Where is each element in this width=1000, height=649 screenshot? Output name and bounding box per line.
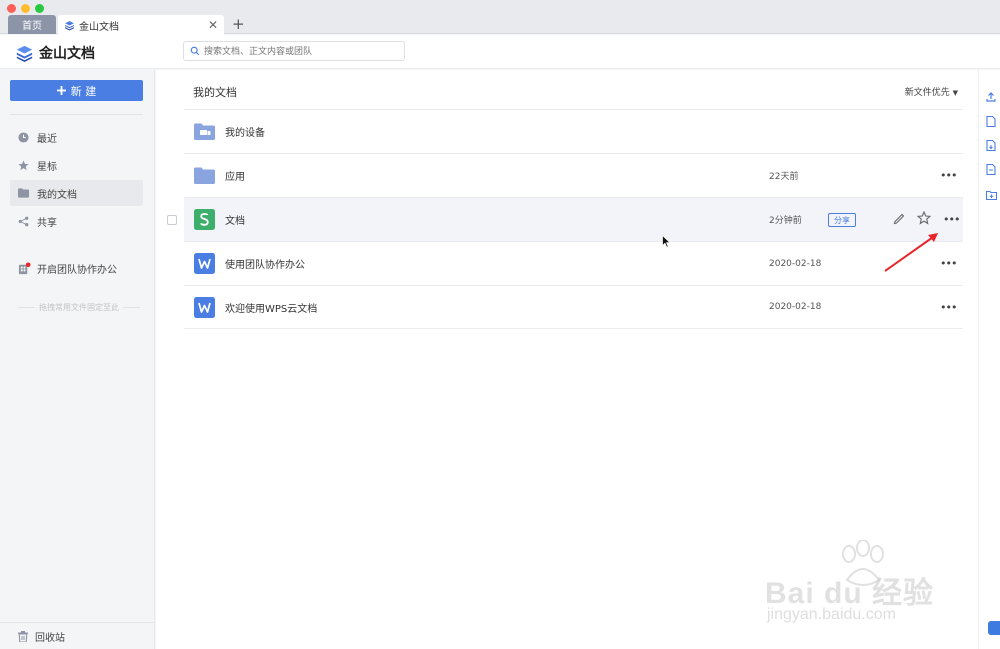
share-icon [18,216,29,226]
spreadsheet-icon [194,209,215,230]
app-name: 金山文档 [39,46,95,62]
floating-helper-badge[interactable] [988,621,1000,635]
zoom-window-button[interactable] [35,4,44,13]
recycle-bin[interactable]: 回收站 [0,622,155,649]
more-options-icon[interactable]: ••• [943,213,960,226]
sidebar-item-label: 最近 [37,133,57,145]
new-button[interactable]: 新 建 [10,80,143,101]
upload-icon[interactable] [986,92,996,102]
logo-icon [65,20,74,30]
new-button-label: 新 建 [70,84,97,98]
file-name: 使用团队协作办公 [225,260,305,271]
list-item[interactable]: 应用 22天前 ••• [184,153,963,197]
file-modified: 2分钟前 [769,216,802,226]
import-file-icon[interactable] [986,140,996,151]
app-header: 金山文档 [0,35,1000,69]
device-folder-icon [194,123,215,140]
tab-home[interactable]: 首页 [8,15,56,34]
watermark: Bai du 经验 jingyan.baidu.com [755,540,965,630]
team-icon [18,261,31,274]
minimize-window-button[interactable] [21,4,30,13]
file-modified: 22天前 [769,172,799,182]
list-item[interactable]: 文档 2分钟前 分享 ••• [167,197,963,241]
sidebar-divider [10,114,143,115]
add-tab-button[interactable]: + [232,15,245,33]
sidebar-item-label: 星标 [37,161,57,173]
sidebar-item-my-docs[interactable]: 我的文档 [10,180,143,206]
app-logo[interactable]: 金山文档 [16,43,95,63]
file-modified: 2020-02-18 [769,258,822,269]
edit-icon[interactable] [893,212,906,225]
watermark-url: jingyan.baidu.com [767,606,896,623]
trash-icon [18,630,28,642]
document-icon [194,297,215,318]
logo-icon [16,45,33,62]
recycle-label: 回收站 [35,632,65,644]
close-window-button[interactable] [7,4,16,13]
file-list: 我的设备 应用 22天前 ••• 文档 2分钟前 分享 ••• 使用团队协作办公… [167,109,963,329]
pin-hint-text: 拖拽常用文件固定至此 [39,303,119,312]
sort-label: 新文件优先 [904,88,950,98]
tab-label: 金山文档 [79,21,119,33]
sort-dropdown[interactable]: 新文件优先 ▼ [905,85,958,98]
more-options-icon[interactable]: ••• [940,301,957,314]
annotation-arrow [884,233,938,272]
search-icon [190,46,200,56]
sidebar-item-recent[interactable]: 最近 [10,124,143,150]
new-folder-icon[interactable] [986,190,997,200]
page-title: 我的文档 [193,86,237,99]
team-label: 开启团队协作办公 [37,264,117,276]
document-icon [194,253,215,274]
sidebar: 新 建 最近 星标 我的文档 共享 开启团队协作办公 拖拽常用文件固定至此 回收… [0,70,155,649]
sidebar-item-starred[interactable]: 星标 [10,152,143,178]
start-team-collaboration[interactable]: 开启团队协作办公 [10,258,150,278]
star-icon[interactable] [917,211,931,225]
plus-icon [56,86,66,95]
share-button[interactable]: 分享 [828,213,856,227]
search-box[interactable] [183,41,405,61]
star-icon [18,159,29,170]
window-controls [7,4,44,13]
file-name: 应用 [225,172,245,183]
tab-jinshan-docs[interactable]: 金山文档 ✕ [58,15,224,35]
sidebar-item-label: 我的文档 [37,189,77,201]
caret-down-icon: ▼ [952,89,958,97]
list-item[interactable]: 使用团队协作办公 2020-02-18 ••• [184,241,963,285]
pin-hint: 拖拽常用文件固定至此 [18,302,140,313]
folder-icon [18,188,29,198]
template-icon[interactable] [986,164,996,175]
mouse-cursor [662,235,671,248]
new-file-icon[interactable] [986,116,996,127]
file-name: 我的设备 [225,128,265,139]
clock-icon [18,131,29,143]
file-name: 文档 [225,216,245,227]
close-tab-icon[interactable]: ✕ [208,18,218,32]
right-toolbar [978,70,1000,649]
file-modified: 2020-02-18 [769,302,822,312]
list-item[interactable]: 欢迎使用WPS云文档 2020-02-18 ••• [184,285,963,329]
row-checkbox[interactable] [167,215,177,225]
file-name: 欢迎使用WPS云文档 [225,303,318,315]
sidebar-item-label: 共享 [37,217,57,229]
title-bar: 首页 金山文档 ✕ + [0,0,1000,35]
folder-icon [194,167,215,184]
sidebar-item-shared[interactable]: 共享 [10,208,143,234]
search-input[interactable] [204,46,394,56]
more-options-icon[interactable]: ••• [940,169,957,182]
list-item[interactable]: 我的设备 [184,109,963,153]
